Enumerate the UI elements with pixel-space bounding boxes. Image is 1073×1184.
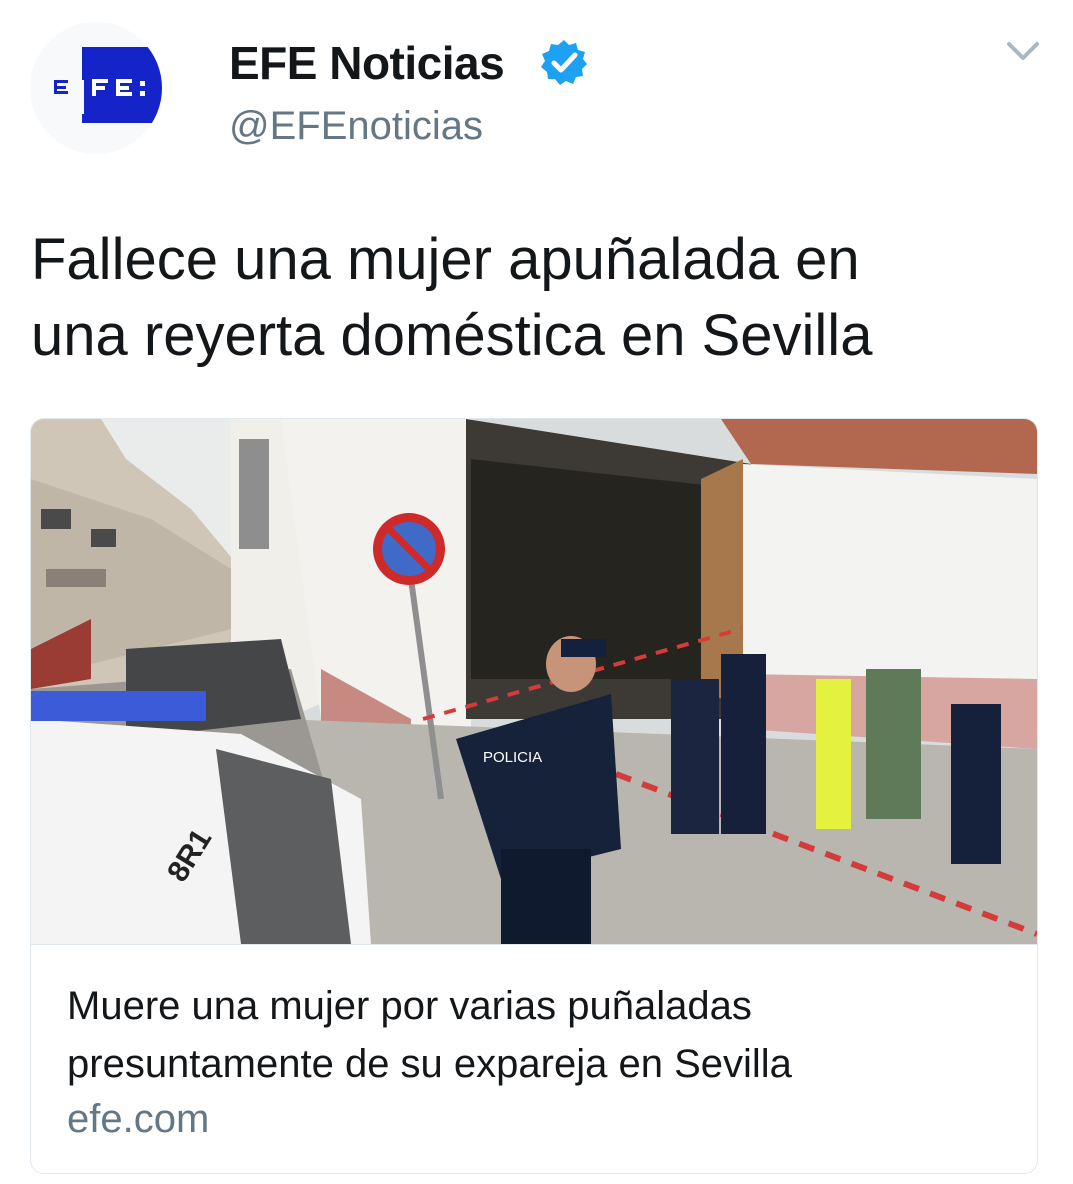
card-divider <box>31 944 1037 945</box>
display-name[interactable]: EFE Noticias <box>229 36 505 90</box>
police-label-text: POLICIA <box>483 749 542 766</box>
tweet-text-line: Fallece una mujer apuñalada en <box>31 227 860 292</box>
card-title-line: Muere una mujer por varias puñaladas <box>67 984 752 1028</box>
chevron-down-icon[interactable] <box>1003 36 1043 66</box>
verified-badge-icon <box>541 40 587 85</box>
tweet: EFE Noticias @EFEnoticias Fallece una mu… <box>0 0 1073 1184</box>
handle[interactable]: @EFEnoticias <box>229 104 483 149</box>
avatar[interactable] <box>30 22 162 154</box>
tweet-text-line: una reyerta doméstica en Sevilla <box>31 303 873 368</box>
efe-logo <box>50 47 162 123</box>
card-domain: efe.com <box>67 1097 210 1141</box>
card-photo[interactable]: POLICIA 8R1 <box>31 419 1037 944</box>
card-title-line: presuntamente de su expareja en Sevilla <box>67 1042 792 1086</box>
card-title[interactable]: Muere una mujer por varias puñaladas pre… <box>67 977 1007 1093</box>
tweet-text: Fallece una mujer apuñalada en una reyer… <box>31 222 1041 374</box>
link-card[interactable]: POLICIA 8R1 Muere una mujer por varias p… <box>30 418 1038 1174</box>
